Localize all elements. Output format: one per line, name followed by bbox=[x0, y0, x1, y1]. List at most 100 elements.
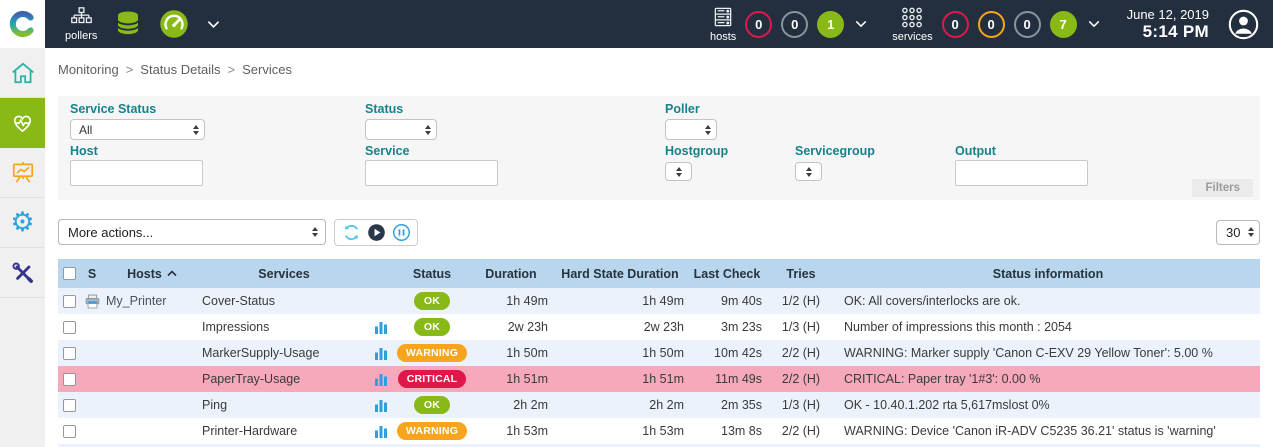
output-input[interactable] bbox=[955, 160, 1088, 186]
graph-icon[interactable] bbox=[375, 320, 387, 334]
clock: June 12, 2019 5:14 PM bbox=[1127, 7, 1209, 42]
status-label: Status bbox=[365, 102, 403, 116]
row-info: Number of impressions this month : 2054 bbox=[836, 320, 1260, 334]
row-info: WARNING: Marker supply 'Canon C-EXV 29 Y… bbox=[836, 346, 1260, 360]
header-status-information[interactable]: Status information bbox=[836, 267, 1260, 281]
service-status-label: Service Status bbox=[70, 102, 156, 116]
status-cell: OK bbox=[394, 292, 470, 310]
status-counter[interactable]: 0 bbox=[978, 11, 1005, 38]
sort-asc-icon bbox=[167, 270, 177, 277]
row-service[interactable]: PaperTray-Usage bbox=[200, 372, 368, 386]
row-last-check: 9m 40s bbox=[688, 294, 766, 308]
refresh-button[interactable] bbox=[340, 221, 362, 243]
service-status-select[interactable]: All bbox=[70, 119, 205, 140]
status-badge: OK bbox=[414, 396, 450, 414]
status-counter[interactable]: 0 bbox=[781, 11, 808, 38]
play-icon bbox=[367, 223, 386, 242]
row-checkbox[interactable] bbox=[63, 321, 76, 334]
graph-icon[interactable] bbox=[375, 372, 387, 386]
graph-icon[interactable] bbox=[375, 424, 387, 438]
servicegroup-select[interactable] bbox=[795, 162, 822, 181]
header-last-check[interactable]: Last Check bbox=[688, 267, 766, 281]
row-service[interactable]: Impressions bbox=[200, 320, 368, 334]
pollers-menu[interactable]: pollers bbox=[65, 6, 97, 42]
graph-cell bbox=[368, 372, 394, 386]
sidebar-item-monitoring[interactable] bbox=[0, 98, 45, 148]
filters-tab[interactable]: Filters bbox=[1192, 179, 1253, 197]
row-info: CRITICAL: Paper tray '1#3': 0.00 % bbox=[836, 372, 1260, 386]
status-counter[interactable]: 0 bbox=[942, 11, 969, 38]
engine-status-menu[interactable] bbox=[159, 9, 189, 39]
services-icon bbox=[900, 6, 924, 29]
service-input[interactable] bbox=[365, 160, 498, 186]
home-icon bbox=[10, 60, 36, 86]
row-host[interactable]: My_Printer bbox=[104, 294, 200, 308]
poller-select[interactable] bbox=[665, 119, 717, 140]
services-chevron-down-icon[interactable] bbox=[1088, 20, 1100, 28]
sidebar-item-home[interactable] bbox=[0, 48, 45, 98]
header-s[interactable]: S bbox=[80, 267, 104, 281]
more-actions-value: More actions... bbox=[68, 225, 153, 240]
graph-icon[interactable] bbox=[375, 398, 387, 412]
select-all-checkbox[interactable] bbox=[63, 267, 76, 280]
status-counter[interactable]: 0 bbox=[1014, 11, 1041, 38]
row-checkbox[interactable] bbox=[63, 425, 76, 438]
status-counter[interactable]: 7 bbox=[1050, 11, 1077, 38]
database-status[interactable] bbox=[113, 9, 143, 39]
row-checkbox[interactable] bbox=[63, 399, 76, 412]
row-service[interactable]: Ping bbox=[200, 398, 368, 412]
row-service[interactable]: Printer-Hardware bbox=[200, 424, 368, 438]
stepper-icon bbox=[806, 167, 812, 177]
poller-chevron-down-icon[interactable] bbox=[207, 20, 220, 29]
row-checkbox-cell bbox=[58, 295, 80, 308]
row-checkbox[interactable] bbox=[63, 373, 76, 386]
row-checkbox-cell bbox=[58, 399, 80, 412]
sidebar-item-configuration[interactable]: ⚙ bbox=[0, 198, 45, 248]
stepper-icon bbox=[676, 167, 682, 177]
header-hard-state-duration[interactable]: Hard State Duration bbox=[552, 267, 688, 281]
hostgroup-select[interactable] bbox=[665, 162, 692, 181]
row-last-check: 10m 42s bbox=[688, 346, 766, 360]
row-checkbox-cell bbox=[58, 321, 80, 334]
centreon-logo[interactable] bbox=[0, 0, 45, 48]
status-counter[interactable]: 0 bbox=[745, 11, 772, 38]
hosts-menu[interactable]: hosts bbox=[710, 6, 736, 43]
header-tries[interactable]: Tries bbox=[766, 267, 836, 281]
breadcrumb-services[interactable]: Services bbox=[242, 62, 292, 77]
host-input[interactable] bbox=[70, 160, 203, 186]
status-cell: WARNING bbox=[394, 422, 470, 440]
status-select[interactable] bbox=[365, 119, 437, 140]
header-hosts[interactable]: Hosts bbox=[104, 267, 200, 281]
hosts-chevron-down-icon[interactable] bbox=[855, 20, 867, 28]
current-date: June 12, 2019 bbox=[1127, 7, 1209, 22]
header-status[interactable]: Status bbox=[394, 267, 470, 281]
header-duration[interactable]: Duration bbox=[470, 267, 552, 281]
row-service[interactable]: Cover-Status bbox=[200, 294, 368, 308]
pause-button[interactable] bbox=[390, 221, 412, 243]
graph-cell bbox=[368, 424, 394, 438]
row-checkbox[interactable] bbox=[63, 295, 76, 308]
sidebar-item-reporting[interactable] bbox=[0, 148, 45, 198]
stepper-icon bbox=[312, 227, 318, 237]
stepper-icon bbox=[1248, 227, 1254, 237]
row-checkbox[interactable] bbox=[63, 347, 76, 360]
header-services[interactable]: Services bbox=[200, 267, 368, 281]
sidebar-item-administration[interactable] bbox=[0, 248, 45, 298]
page-size-value: 30 bbox=[1226, 225, 1240, 240]
row-service[interactable]: MarkerSupply-Usage bbox=[200, 346, 368, 360]
breadcrumb-monitoring[interactable]: Monitoring bbox=[58, 62, 119, 77]
gear-icon: ⚙ bbox=[10, 209, 34, 236]
services-table: S Hosts Services Status Duration Hard St… bbox=[58, 259, 1260, 447]
play-button[interactable] bbox=[365, 221, 387, 243]
user-menu[interactable] bbox=[1228, 9, 1259, 40]
row-duration: 1h 51m bbox=[470, 372, 552, 386]
status-counter[interactable]: 1 bbox=[817, 11, 844, 38]
monitoring-heart-pulse-icon bbox=[9, 110, 36, 136]
status-cell: CRITICAL bbox=[394, 370, 470, 388]
stepper-icon bbox=[425, 125, 431, 135]
page-size-select[interactable]: 30 bbox=[1216, 220, 1260, 245]
more-actions-select[interactable]: More actions... bbox=[58, 219, 326, 245]
services-menu[interactable]: services bbox=[892, 6, 932, 43]
graph-icon[interactable] bbox=[375, 346, 387, 360]
breadcrumb-status-details[interactable]: Status Details bbox=[140, 62, 220, 77]
